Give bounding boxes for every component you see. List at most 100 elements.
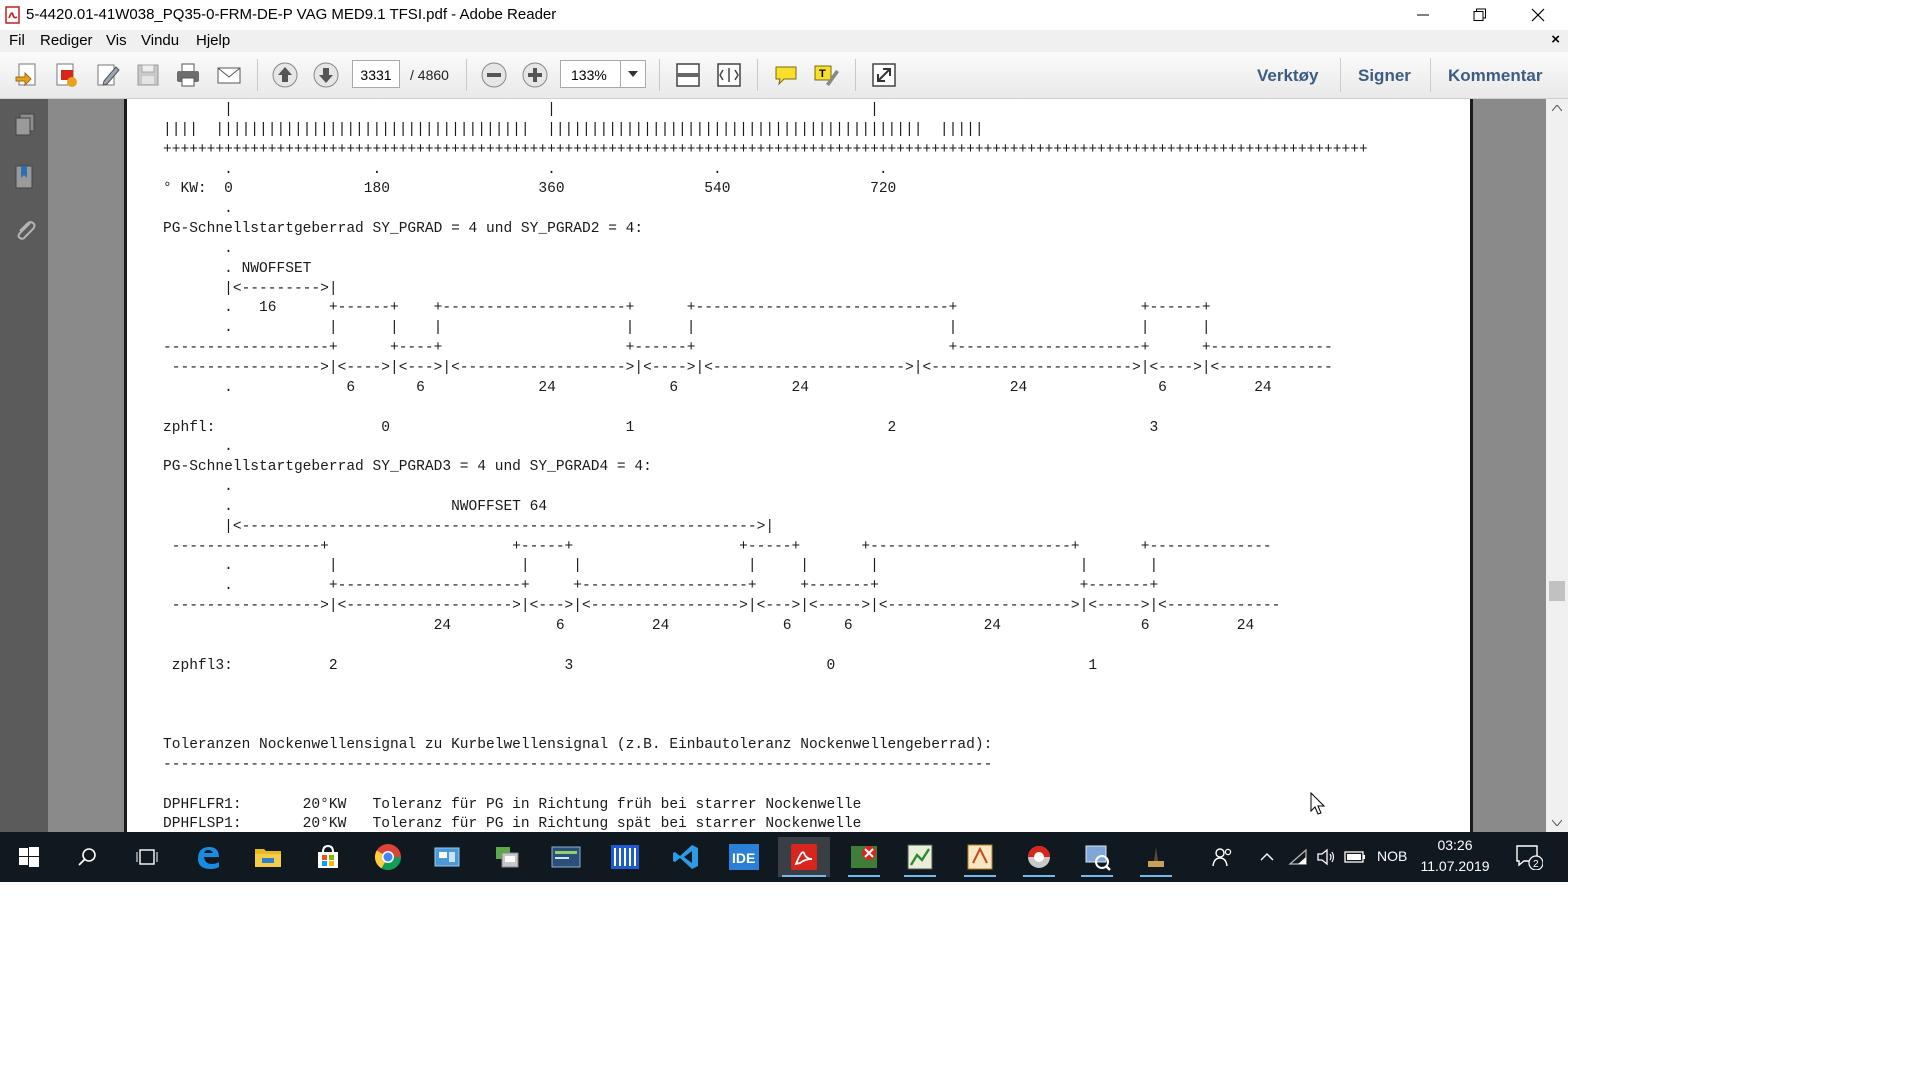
document-line: . 6 6 24 6 24 24 6 24: [163, 379, 1272, 396]
menu-window[interactable]: Vindu: [141, 32, 179, 49]
clock-date[interactable]: 11.07.2019: [1420, 858, 1490, 874]
toolbar-separator: [855, 59, 856, 91]
document-line: DPHFLFR1: 20°KW Toleranz für PG in Richt…: [163, 796, 862, 813]
tools-button[interactable]: Verktøy: [1257, 66, 1318, 86]
document-line: | | |: [163, 102, 879, 118]
document-line: PG-Schnellstartgeberrad SY_PGRAD3 = 4 un…: [163, 459, 652, 476]
zoom-value: 133%: [571, 67, 607, 83]
document-line: 24 6 24 6 6 24 6 24: [163, 617, 1255, 634]
task-view-icon[interactable]: [127, 837, 167, 877]
menu-edit[interactable]: Rediger: [40, 32, 93, 49]
zoom-in-icon[interactable]: [520, 60, 550, 90]
ide-icon[interactable]: IDE: [724, 837, 764, 877]
document-line: |<--------------------------------------…: [163, 518, 775, 535]
bookmarks-icon[interactable]: [11, 163, 39, 191]
document-line: .: [163, 201, 233, 218]
utility-app-icon[interactable]: [1136, 837, 1176, 877]
input-language[interactable]: NOB: [1377, 848, 1407, 864]
sign-button[interactable]: Signer: [1358, 66, 1411, 86]
pdf-file-icon: [4, 6, 22, 24]
clock-time[interactable]: 03:26: [1420, 837, 1490, 853]
comment-button[interactable]: Kommentar: [1448, 66, 1542, 86]
document-line: ----------------->|<------------------->…: [163, 598, 1281, 615]
title-bar: 5-4420.01-41W038_PQ35-0-FRM-DE-P VAG MED…: [0, 0, 1568, 30]
vscode-icon[interactable]: [666, 837, 706, 877]
document-line: DPHFLSP1: 20°KW Toleranz für PG in Richt…: [163, 816, 862, 832]
minimize-button[interactable]: [1400, 0, 1446, 30]
diagnostic-app-icon[interactable]: [844, 837, 884, 877]
menu-bar: Fil Rediger Vis Vindu Hjelp ×: [0, 30, 1568, 52]
document-line: ----------------------------------------…: [163, 756, 993, 773]
notification-count: 2: [1533, 859, 1539, 870]
chrome-icon[interactable]: [368, 837, 408, 877]
toolbar-separator: [659, 59, 660, 91]
chart-app-icon[interactable]: [900, 837, 940, 877]
full-screen-icon[interactable]: [869, 60, 899, 90]
open-file-icon[interactable]: [12, 60, 42, 90]
document-line: |<--------->|: [163, 280, 338, 297]
fit-width-icon[interactable]: [714, 60, 744, 90]
document-text: | | | |||| |||||||||||||||||||||||||||||…: [163, 101, 1368, 832]
store-icon[interactable]: [308, 837, 348, 877]
document-line: . NWOFFSET: [163, 260, 312, 277]
document-line: PG-Schnellstartgeberrad SY_PGRAD = 4 und…: [163, 221, 644, 238]
edge-browser-icon[interactable]: [188, 837, 228, 877]
create-pdf-icon[interactable]: [52, 60, 82, 90]
document-viewport[interactable]: | | | |||| |||||||||||||||||||||||||||||…: [48, 99, 1546, 832]
zoom-out-icon[interactable]: [479, 60, 509, 90]
next-page-icon[interactable]: [311, 60, 341, 90]
close-button[interactable]: [1515, 0, 1561, 30]
page-number-input[interactable]: 3331: [352, 60, 400, 88]
adobe-reader-taskbar-icon[interactable]: [778, 837, 830, 877]
network-tool-icon[interactable]: [1077, 837, 1117, 877]
computer-app-icon[interactable]: [487, 837, 527, 877]
attachments-icon[interactable]: [11, 216, 39, 244]
action-center-icon[interactable]: 2: [1509, 837, 1549, 877]
highlight-text-icon[interactable]: T: [811, 60, 841, 90]
print-icon[interactable]: [173, 60, 203, 90]
document-line: . +---------------------+ +-------------…: [163, 578, 1159, 595]
toolbar-separator: [1340, 58, 1341, 92]
email-icon[interactable]: [214, 60, 244, 90]
scroll-up-icon[interactable]: [1546, 99, 1568, 117]
control-panel-icon[interactable]: [427, 837, 467, 877]
terminal-app-icon[interactable]: [546, 837, 586, 877]
svg-text:T: T: [819, 68, 826, 80]
scrollbar-thumb[interactable]: [1549, 581, 1565, 601]
document-line: ++++++++++++++++++++++++++++++++++++++++…: [163, 141, 1368, 158]
svg-text:IDE: IDE: [732, 850, 755, 866]
zoom-select[interactable]: 133%: [560, 60, 646, 88]
menu-file[interactable]: Fil: [9, 32, 25, 49]
toolbar-separator: [757, 59, 758, 91]
menu-view[interactable]: Vis: [106, 32, 127, 49]
close-document-button[interactable]: ×: [1551, 31, 1560, 48]
navigation-panel: [0, 99, 48, 832]
page-total: / 4860: [410, 67, 449, 83]
tool-app-icon[interactable]: [605, 837, 645, 877]
windows-start-icon[interactable]: [9, 837, 49, 877]
people-icon[interactable]: [1203, 837, 1243, 877]
sync-app-icon[interactable]: [1019, 837, 1059, 877]
scroll-down-icon[interactable]: [1546, 814, 1568, 832]
save-icon[interactable]: [133, 60, 163, 90]
pdf-page: | | | |||| |||||||||||||||||||||||||||||…: [124, 99, 1473, 832]
document-line: -------------------+ +----+ +------+ +--…: [163, 340, 1333, 357]
restore-button[interactable]: [1457, 0, 1503, 30]
fit-page-icon[interactable]: [673, 60, 703, 90]
file-explorer-icon[interactable]: [248, 837, 288, 877]
chevron-down-icon[interactable]: [620, 61, 645, 87]
search-icon[interactable]: [68, 837, 108, 877]
menu-help[interactable]: Hjelp: [196, 32, 230, 49]
previous-page-icon[interactable]: [270, 60, 300, 90]
document-line: zphfl: 0 1 2 3: [163, 419, 1159, 436]
document-line: ° KW: 0 180 360 540 720: [163, 181, 897, 198]
editor-app-icon[interactable]: [960, 837, 1000, 877]
battery-icon[interactable]: [1335, 837, 1375, 877]
edit-pdf-icon[interactable]: [93, 60, 123, 90]
page-thumbnails-icon[interactable]: [11, 111, 39, 139]
sticky-note-icon[interactable]: [771, 60, 801, 90]
document-line: ----------------->|<---->|<--->|<-------…: [163, 359, 1333, 376]
vertical-scrollbar[interactable]: [1546, 99, 1568, 832]
document-line: . | | | | | | | |: [163, 558, 1159, 575]
toolbar: 3331 / 4860 133% T Verktøy Signer Kommen…: [0, 52, 1568, 99]
